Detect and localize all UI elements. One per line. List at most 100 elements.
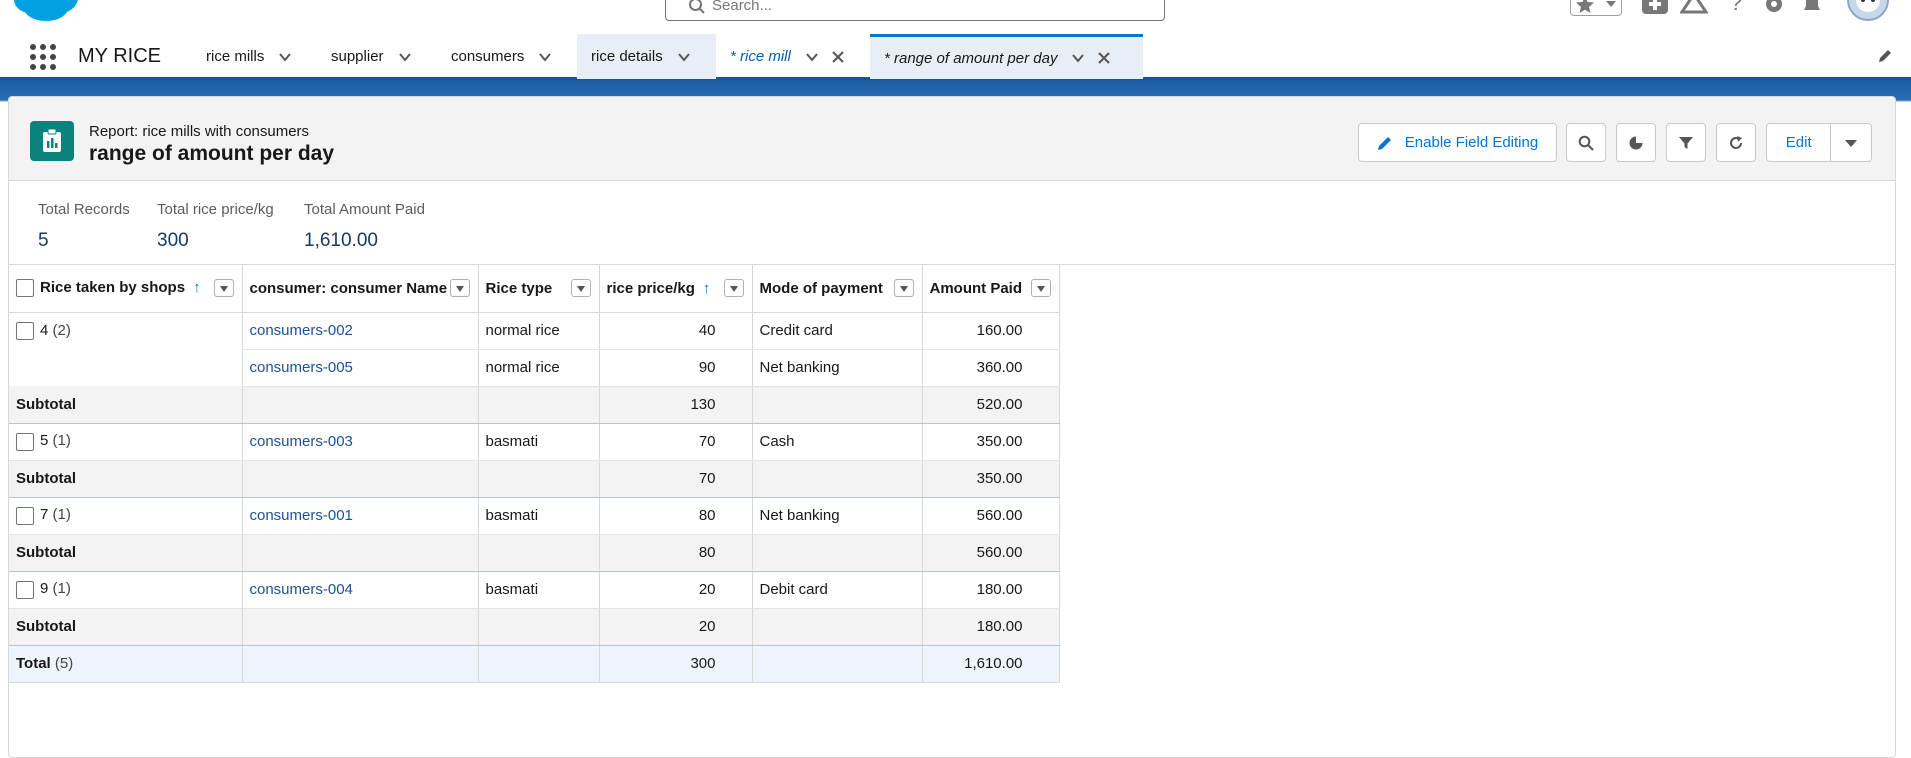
rice-price-cell: 90 bbox=[599, 349, 753, 387]
sort-ascending-icon[interactable]: ↑ bbox=[193, 279, 201, 296]
chart-button[interactable] bbox=[1616, 123, 1656, 162]
group-key: 9 bbox=[40, 580, 49, 598]
column-header-amount-paid[interactable]: Amount Paid bbox=[922, 265, 1060, 313]
favorites-button[interactable] bbox=[1570, 0, 1622, 16]
column-menu-button[interactable] bbox=[570, 279, 591, 297]
row-checkbox[interactable] bbox=[16, 506, 34, 525]
summary-label: Total rice price/kg bbox=[157, 201, 274, 218]
rice-price-cell: 80 bbox=[599, 497, 753, 535]
column-menu-button[interactable] bbox=[213, 279, 234, 297]
trailhead-icon[interactable] bbox=[1680, 0, 1708, 16]
rice-price-cell: 20 bbox=[599, 571, 753, 609]
column-header-consumer-name[interactable]: consumer: consumer Name bbox=[242, 265, 479, 313]
chevron-down-icon[interactable] bbox=[398, 50, 412, 64]
empty-cell bbox=[478, 645, 600, 683]
tab-label: supplier bbox=[331, 48, 384, 65]
global-search[interactable] bbox=[665, 0, 1165, 21]
tab-rice-mills[interactable]: rice mills bbox=[192, 34, 306, 79]
rice-type-cell: normal rice bbox=[478, 349, 600, 387]
refresh-icon bbox=[1730, 135, 1742, 149]
report-table: Rice taken by shops ↑ consumer: consumer … bbox=[9, 265, 1060, 683]
column-header-rice-type[interactable]: Rice type bbox=[478, 265, 600, 313]
amount-paid-cell: 160.00 bbox=[922, 312, 1060, 350]
help-icon[interactable]: ? bbox=[1726, 0, 1746, 16]
consumer-link[interactable]: consumers-003 bbox=[242, 423, 479, 461]
app-launcher-icon[interactable] bbox=[30, 44, 56, 70]
search-report-button[interactable] bbox=[1566, 123, 1606, 162]
column-menu-button[interactable] bbox=[1030, 279, 1051, 297]
svg-text:?: ? bbox=[1730, 0, 1742, 15]
filter-icon bbox=[1679, 136, 1693, 149]
subtotal-price: 20 bbox=[599, 608, 753, 646]
tab-supplier[interactable]: supplier bbox=[317, 34, 426, 79]
column-header-label: Amount Paid bbox=[929, 279, 1023, 297]
empty-cell bbox=[752, 534, 923, 572]
tab-rice-details[interactable]: rice details bbox=[577, 34, 716, 79]
edit-menu-button[interactable] bbox=[1831, 124, 1871, 161]
add-icon[interactable] bbox=[1642, 0, 1668, 16]
column-header-rice-price[interactable]: rice price/kg ↑ bbox=[599, 265, 753, 313]
column-menu-button[interactable] bbox=[723, 279, 744, 297]
consumer-link[interactable]: consumers-002 bbox=[242, 312, 479, 350]
summary-value: 1,610.00 bbox=[304, 230, 378, 251]
consumer-link[interactable]: consumers-004 bbox=[242, 571, 479, 609]
payment-mode-cell: Debit card bbox=[752, 571, 923, 609]
column-header-label: Rice taken by shops bbox=[40, 279, 186, 297]
subtotal-label: Subtotal bbox=[9, 460, 243, 498]
chevron-down-icon[interactable] bbox=[538, 50, 552, 64]
tab-rice-mill[interactable]: * rice mill bbox=[716, 34, 870, 79]
filter-button[interactable] bbox=[1666, 123, 1706, 162]
group-count: (1) bbox=[52, 432, 71, 450]
salesforce-logo-icon[interactable] bbox=[12, 0, 86, 24]
sort-ascending-icon[interactable]: ↑ bbox=[703, 280, 711, 297]
amount-paid-cell: 180.00 bbox=[922, 571, 1060, 609]
empty-cell bbox=[242, 460, 479, 498]
column-menu-button[interactable] bbox=[449, 279, 470, 297]
close-tab-icon[interactable] bbox=[831, 50, 845, 64]
row-checkbox[interactable] bbox=[16, 432, 34, 451]
avatar-icon[interactable] bbox=[1846, 0, 1890, 22]
rice-type-cell: normal rice bbox=[478, 312, 600, 350]
close-tab-icon[interactable] bbox=[1097, 51, 1111, 65]
column-header-mode-of-payment[interactable]: Mode of payment bbox=[752, 265, 923, 313]
select-all-checkbox[interactable] bbox=[16, 279, 34, 298]
payment-mode-cell: Cash bbox=[752, 423, 923, 461]
edit-nav-pencil-icon[interactable] bbox=[1877, 48, 1893, 64]
empty-cell bbox=[478, 460, 600, 498]
row-checkbox[interactable] bbox=[16, 580, 34, 599]
edit-button[interactable]: Edit bbox=[1767, 124, 1832, 161]
subtotal-price: 70 bbox=[599, 460, 753, 498]
notifications-bell-icon[interactable] bbox=[1800, 0, 1824, 16]
report-type-label: Report: rice mills with consumers bbox=[89, 123, 310, 140]
consumer-link[interactable]: consumers-001 bbox=[242, 497, 479, 535]
tab-consumers[interactable]: consumers bbox=[437, 34, 566, 79]
consumer-link[interactable]: consumers-005 bbox=[242, 349, 479, 387]
chevron-down-icon[interactable] bbox=[278, 50, 292, 64]
summary-total-price: Total rice price/kg 300 bbox=[157, 201, 274, 252]
chevron-down-icon bbox=[1845, 139, 1858, 147]
enable-field-editing-button[interactable]: Enable Field Editing bbox=[1358, 123, 1557, 162]
tab-label: * range of amount per day bbox=[884, 49, 1058, 67]
rice-type-cell: basmati bbox=[478, 423, 600, 461]
tab-label: consumers bbox=[451, 48, 525, 65]
chevron-down-icon[interactable] bbox=[677, 50, 691, 64]
group-cell: 7 (1) bbox=[9, 497, 243, 535]
report-card: Report: rice mills with consumers range … bbox=[8, 96, 1896, 758]
empty-cell bbox=[478, 534, 600, 572]
subtotal-amount: 350.00 bbox=[922, 460, 1060, 498]
refresh-button[interactable] bbox=[1716, 123, 1756, 162]
rice-type-cell: basmati bbox=[478, 571, 600, 609]
tab-range-of-amount-per-day[interactable]: * range of amount per day bbox=[870, 34, 1143, 79]
subtotal-amount: 180.00 bbox=[922, 608, 1060, 646]
tab-label: rice details bbox=[591, 48, 663, 65]
row-checkbox[interactable] bbox=[16, 321, 34, 340]
setup-gear-icon[interactable] bbox=[1762, 0, 1786, 16]
chevron-down-icon[interactable] bbox=[1071, 51, 1085, 65]
chevron-down-icon[interactable] bbox=[805, 50, 819, 64]
search-input[interactable] bbox=[712, 0, 1132, 15]
empty-cell bbox=[242, 534, 479, 572]
column-header-rice-taken[interactable]: Rice taken by shops ↑ bbox=[9, 265, 243, 313]
table-row: 7 (1) consumers-001 basmati 80 Net banki… bbox=[9, 497, 1060, 535]
summary-label: Total Records bbox=[38, 201, 130, 218]
column-menu-button[interactable] bbox=[893, 279, 914, 297]
